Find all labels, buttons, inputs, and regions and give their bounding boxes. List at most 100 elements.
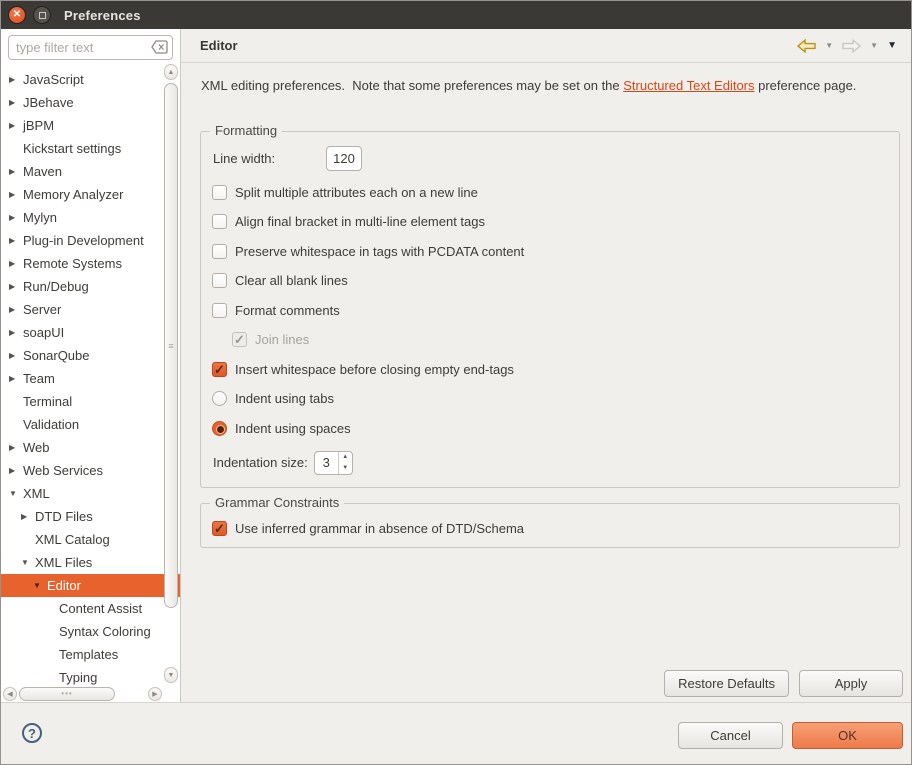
chevron-right-icon[interactable]: ▶ <box>7 374 23 383</box>
tree-item-xml-files[interactable]: ▼XML Files <box>1 551 180 574</box>
scroll-up-icon[interactable]: ▲ <box>164 64 178 80</box>
tree-item-maven[interactable]: ▶Maven <box>1 160 180 183</box>
vertical-scrollbar-thumb[interactable]: ≡ <box>164 83 178 608</box>
align-final-bracket-in-multi-line-element-tags-checkbox[interactable] <box>212 214 227 229</box>
insert-whitespace-before-closing-empty-end-tags-label[interactable]: Insert whitespace before closing empty e… <box>235 362 514 377</box>
preserve-whitespace-in-tags-with-pcdata-content-label[interactable]: Preserve whitespace in tags with PCDATA … <box>235 244 524 259</box>
clear-all-blank-lines-checkbox[interactable] <box>212 273 227 288</box>
tree-item-xml-catalog[interactable]: XML Catalog <box>1 528 180 551</box>
tree-item-syntax-coloring[interactable]: Syntax Coloring <box>1 620 180 643</box>
filter-input[interactable] <box>8 35 173 60</box>
chevron-right-icon[interactable]: ▶ <box>7 443 23 452</box>
chevron-right-icon[interactable]: ▶ <box>7 305 23 314</box>
chevron-right-icon[interactable]: ▶ <box>19 512 35 521</box>
chevron-right-icon[interactable]: ▶ <box>7 213 23 222</box>
chevron-right-icon[interactable]: ▶ <box>7 236 23 245</box>
chevron-right-icon[interactable]: ▶ <box>7 190 23 199</box>
insert-whitespace-before-closing-empty-end-tags-checkbox[interactable] <box>212 362 227 377</box>
filter-field-wrap <box>8 35 173 60</box>
tree-item-terminal[interactable]: Terminal <box>1 390 180 413</box>
help-icon[interactable]: ? <box>22 723 42 743</box>
tree-item-label: JBehave <box>23 95 74 110</box>
split-multiple-attributes-each-on-a-new-line-label[interactable]: Split multiple attributes each on a new … <box>235 185 478 200</box>
spinner-up-icon[interactable]: ▲ <box>339 452 352 463</box>
tree-item-team[interactable]: ▶Team <box>1 367 180 390</box>
tree-item-validation[interactable]: Validation <box>1 413 180 436</box>
spinner-down-icon[interactable]: ▼ <box>339 463 352 474</box>
cancel-button[interactable]: Cancel <box>678 722 783 749</box>
preferences-window: ✕ Preferences ▶JavaScript▶JBehave▶jBPMKi… <box>0 0 912 765</box>
indentation-size-stepper[interactable]: 3 ▲ ▼ <box>314 451 353 475</box>
use-inferred-grammar-label[interactable]: Use inferred grammar in absence of DTD/S… <box>235 521 524 536</box>
title-bar: ✕ Preferences <box>1 1 911 29</box>
tree-item-web[interactable]: ▶Web <box>1 436 180 459</box>
tree-item-jbpm[interactable]: ▶jBPM <box>1 114 180 137</box>
tree-item-jbehave[interactable]: ▶JBehave <box>1 91 180 114</box>
tree-item-javascript[interactable]: ▶JavaScript <box>1 68 180 91</box>
tree-item-content-assist[interactable]: Content Assist <box>1 597 180 620</box>
indentation-size-value: 3 <box>315 452 338 474</box>
tree-item-plug-in-development[interactable]: ▶Plug-in Development <box>1 229 180 252</box>
chevron-right-icon[interactable]: ▶ <box>7 98 23 107</box>
checkbox-row-preserve-whitespace-in-tags-with-pcdata-content: Preserve whitespace in tags with PCDATA … <box>212 243 887 260</box>
tree-item-typing[interactable]: Typing <box>1 666 180 685</box>
indent-using-spaces-label[interactable]: Indent using spaces <box>235 421 351 436</box>
structured-text-editors-link[interactable]: Structured Text Editors <box>623 78 754 93</box>
tree-item-remote-systems[interactable]: ▶Remote Systems <box>1 252 180 275</box>
tree-item-label: Team <box>23 371 55 386</box>
line-width-input[interactable] <box>326 146 362 171</box>
maximize-icon[interactable] <box>33 6 51 24</box>
horizontal-scrollbar-thumb[interactable]: ••• <box>19 687 115 701</box>
clear-all-blank-lines-label[interactable]: Clear all blank lines <box>235 273 348 288</box>
chevron-down-icon[interactable]: ▼ <box>19 558 35 567</box>
tree-item-label: XML Catalog <box>35 532 110 547</box>
forward-history-dropdown-icon[interactable]: ▼ <box>870 41 878 50</box>
tree-item-soapui[interactable]: ▶soapUI <box>1 321 180 344</box>
forward-arrow-icon[interactable] <box>842 39 861 53</box>
indent-using-spaces-radio[interactable] <box>212 421 227 436</box>
indent-using-tabs-radio[interactable] <box>212 391 227 406</box>
format-comments-label[interactable]: Format comments <box>235 303 340 318</box>
page-header: Editor ▼ ▼ ▼ <box>181 29 911 63</box>
chevron-right-icon[interactable]: ▶ <box>7 282 23 291</box>
restore-defaults-button[interactable]: Restore Defaults <box>664 670 789 697</box>
tree-item-xml[interactable]: ▼XML <box>1 482 180 505</box>
chevron-down-icon[interactable]: ▼ <box>7 489 23 498</box>
tree-item-server[interactable]: ▶Server <box>1 298 180 321</box>
back-history-dropdown-icon[interactable]: ▼ <box>825 41 833 50</box>
apply-button[interactable]: Apply <box>799 670 903 697</box>
use-inferred-grammar-row: Use inferred grammar in absence of DTD/S… <box>212 520 887 537</box>
scroll-left-icon[interactable]: ◀ <box>3 687 17 701</box>
tree-item-web-services[interactable]: ▶Web Services <box>1 459 180 482</box>
format-comments-checkbox[interactable] <box>212 303 227 318</box>
tree-item-templates[interactable]: Templates <box>1 643 180 666</box>
ok-button[interactable]: OK <box>792 722 903 749</box>
align-final-bracket-in-multi-line-element-tags-label[interactable]: Align final bracket in multi-line elemen… <box>235 214 485 229</box>
view-menu-icon[interactable]: ▼ <box>887 40 897 51</box>
back-arrow-icon[interactable] <box>797 39 816 53</box>
tree-item-editor[interactable]: ▼Editor <box>1 574 180 597</box>
preserve-whitespace-in-tags-with-pcdata-content-checkbox[interactable] <box>212 244 227 259</box>
chevron-right-icon[interactable]: ▶ <box>7 121 23 130</box>
indent-using-tabs-label[interactable]: Indent using tabs <box>235 391 334 406</box>
tree-item-label: SonarQube <box>23 348 90 363</box>
tree-item-sonarqube[interactable]: ▶SonarQube <box>1 344 180 367</box>
tree-item-mylyn[interactable]: ▶Mylyn <box>1 206 180 229</box>
close-icon[interactable]: ✕ <box>8 6 26 24</box>
scroll-down-icon[interactable]: ▼ <box>164 667 178 683</box>
chevron-right-icon[interactable]: ▶ <box>7 351 23 360</box>
tree-item-run-debug[interactable]: ▶Run/Debug <box>1 275 180 298</box>
chevron-right-icon[interactable]: ▶ <box>7 466 23 475</box>
chevron-right-icon[interactable]: ▶ <box>7 167 23 176</box>
tree-item-dtd-files[interactable]: ▶DTD Files <box>1 505 180 528</box>
split-multiple-attributes-each-on-a-new-line-checkbox[interactable] <box>212 185 227 200</box>
chevron-right-icon[interactable]: ▶ <box>7 328 23 337</box>
chevron-right-icon[interactable]: ▶ <box>7 259 23 268</box>
clear-filter-icon[interactable] <box>151 40 168 54</box>
chevron-right-icon[interactable]: ▶ <box>7 75 23 84</box>
tree-item-kickstart-settings[interactable]: Kickstart settings <box>1 137 180 160</box>
scroll-right-icon[interactable]: ▶ <box>148 687 162 701</box>
tree-item-memory-analyzer[interactable]: ▶Memory Analyzer <box>1 183 180 206</box>
use-inferred-grammar-checkbox[interactable] <box>212 521 227 536</box>
chevron-down-icon[interactable]: ▼ <box>31 581 47 590</box>
